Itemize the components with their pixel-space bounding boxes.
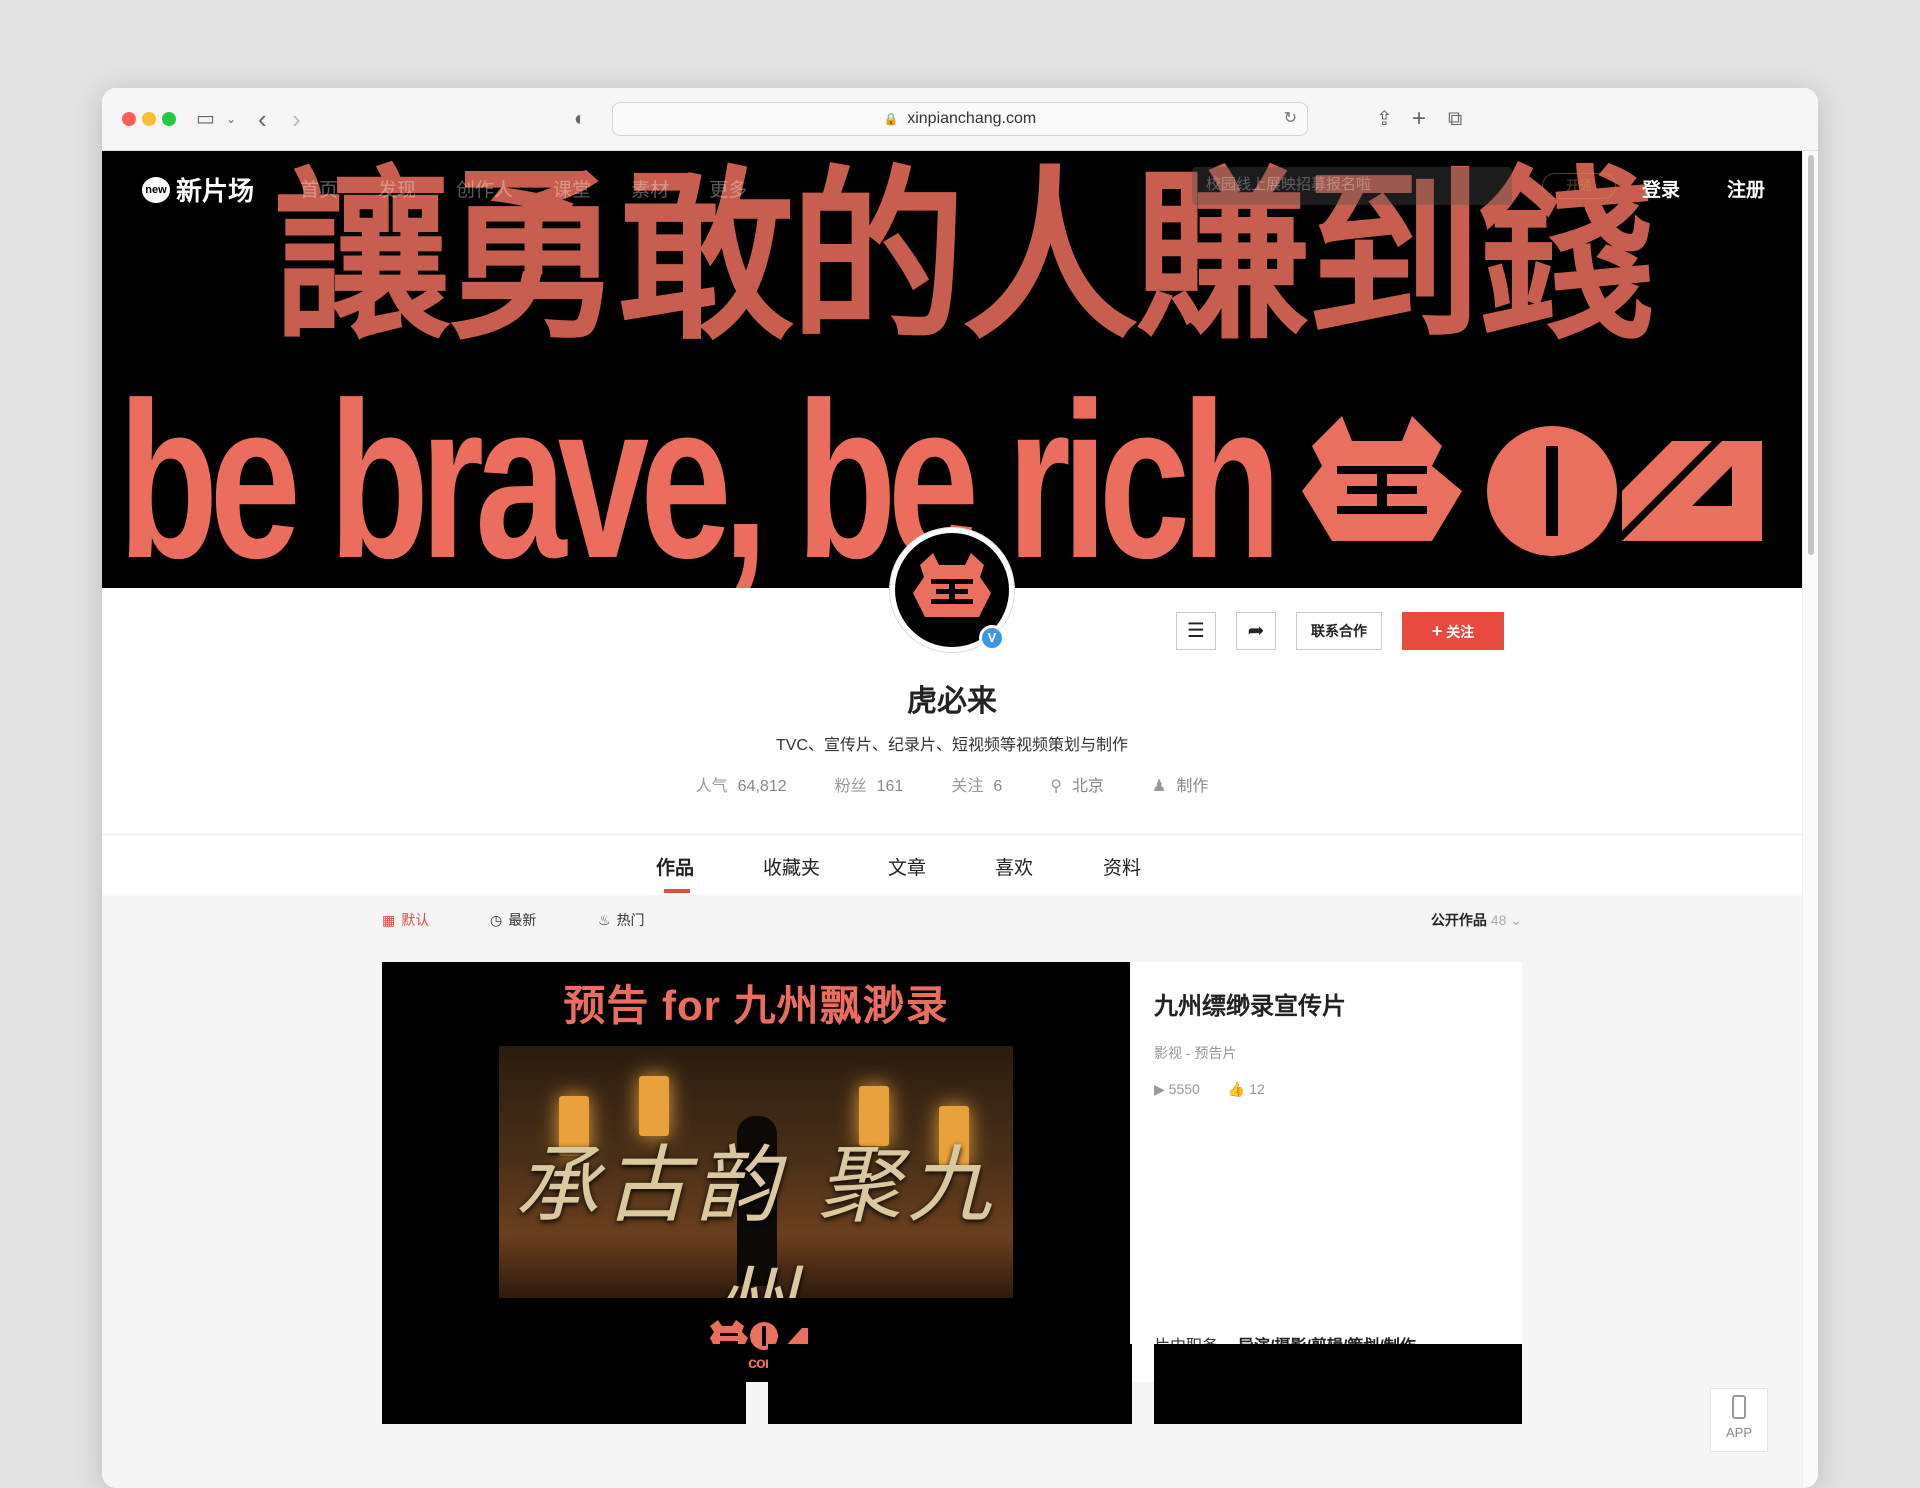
public-works-label: 公开作品 (1430, 912, 1487, 928)
nav-link-classroom[interactable]: 课堂 (553, 175, 591, 202)
thumbnail-caption: 承古韵 聚九州 (514, 1136, 998, 1298)
share-icon[interactable]: ➦ (1236, 612, 1276, 650)
url-text: xinpianchang.com (907, 110, 1037, 127)
share-icon[interactable]: ⇪ (1376, 106, 1393, 132)
work-likes: 👍 12 (1227, 1081, 1265, 1097)
clock-icon: ◷ (490, 911, 503, 928)
page-scrollbar[interactable] (1802, 151, 1818, 1488)
thumbs-up-icon: 👍 (1227, 1081, 1246, 1097)
sidebar-toggle-icon[interactable]: ▭ (196, 106, 215, 132)
tiger-coming-logo-icon (1302, 416, 1762, 556)
follow-button[interactable]: + 关注 (1402, 612, 1504, 650)
chevron-down-icon: ⌄ (1510, 912, 1522, 928)
work-meta: ▶ 5550 👍 12 (1154, 1081, 1498, 1098)
scrollbar-thumb[interactable] (1808, 155, 1814, 555)
avatar[interactable]: V (890, 528, 1014, 652)
work-thumbnail[interactable] (382, 1344, 746, 1424)
minimize-window-button[interactable] (142, 112, 156, 126)
stat-location: ⚲ 北京 (1050, 778, 1104, 795)
nav-links: 首页 发现 创作人 课堂 素材 更多 (300, 175, 747, 202)
stat-popularity: 人气 64,812 (695, 778, 787, 795)
banner-headline-en: be brave, be rich (118, 357, 1282, 588)
search-input[interactable]: 校园线上展映招募报名啦 (1192, 167, 1512, 205)
contact-button[interactable]: 联系合作 (1296, 612, 1382, 650)
signup-link[interactable]: 注册 (1727, 175, 1765, 202)
lock-icon: 🔒 (883, 112, 899, 126)
person-icon: ♟ (1151, 778, 1167, 795)
profile-stats: 人气 64,812 粉丝 161 关注 6 ⚲ 北京 ♟ 制作 (102, 772, 1802, 796)
verified-badge-icon: V (979, 625, 1005, 651)
thumbnail-still: 承古韵 聚九州 (499, 1046, 1013, 1298)
public-works-count: 48 (1490, 912, 1507, 928)
brand-badge: new (142, 176, 170, 203)
featured-work-thumbnail[interactable]: 预告 for 九州飘渺录 承古韵 聚九州 tiger c (382, 962, 1130, 1382)
tab-favorites[interactable]: 收藏夹 (763, 853, 820, 880)
site-nav: new 新片场 首页 发现 创作人 课堂 素材 更多 校园线上展映招募报名啦 开… (102, 151, 1802, 221)
thumbnail-title: 预告 for 九州飘渺录 (563, 982, 949, 1029)
tab-overview-icon[interactable]: ⧉ (1448, 106, 1462, 132)
featured-work-info: 九州缥缈录宣传片 影视 - 预告片 ▶ 5550 👍 12 片中职务导演/摄影/… (1130, 962, 1522, 1382)
stat-occupation: ♟ 制作 (1151, 778, 1209, 795)
profile-tabs: 作品 收藏夹 文章 喜欢 资料 (102, 835, 1802, 895)
profile-description: TVC、宣传片、纪录片、短视频等视频策划与制作 (775, 737, 1128, 754)
nav-link-materials[interactable]: 素材 (631, 175, 669, 202)
profile-header: V ☰ ➦ 联系合作 + 关注 虎必来 TVC、宣传片、纪录片、短视频等视频策划与… (102, 528, 1802, 835)
browser-toolbar: ▭ ⌄ ‹ › ◐ 🔒 xinpianchang.com ↻ ⇪ + ⧉ (102, 88, 1818, 151)
filter-latest[interactable]: ◷ 最新 (490, 910, 536, 930)
filter-default[interactable]: ▦ 默认 (382, 910, 429, 930)
profile-name: 虎必来 (907, 685, 997, 718)
forward-icon[interactable]: › (292, 106, 301, 132)
vip-button[interactable]: 开通 (1542, 173, 1616, 199)
reload-icon[interactable]: ↻ (1284, 103, 1297, 135)
filter-hot[interactable]: ♨ 热门 (598, 910, 645, 930)
app-download-button[interactable]: APP (1710, 1388, 1768, 1452)
tab-articles[interactable]: 文章 (888, 853, 926, 880)
new-tab-icon[interactable]: + (1412, 106, 1426, 132)
stat-following[interactable]: 关注 6 (951, 772, 1002, 796)
brand-name: 新片场 (176, 176, 255, 206)
follow-label: 关注 (1446, 624, 1475, 640)
tab-works[interactable]: 作品 (656, 853, 694, 880)
work-thumbnail[interactable] (768, 1344, 1132, 1424)
back-icon[interactable]: ‹ (258, 106, 267, 132)
flame-icon: ♨ (598, 911, 611, 928)
stat-fans[interactable]: 粉丝 161 (835, 772, 904, 796)
public-works-dropdown[interactable]: 公开作品 48 ⌄ (1431, 910, 1522, 930)
browser-window: ▭ ⌄ ‹ › ◐ 🔒 xinpianchang.com ↻ ⇪ + ⧉ 讓勇敢… (102, 88, 1818, 1488)
profile-actions: ☰ ➦ 联系合作 + 关注 (1176, 612, 1504, 650)
play-icon: ▶ (1154, 1081, 1165, 1097)
close-window-button[interactable] (122, 112, 136, 126)
grid-icon: ▦ (382, 911, 396, 928)
work-title[interactable]: 九州缥缈录宣传片 (1154, 986, 1498, 1021)
menu-icon[interactable]: ☰ (1176, 612, 1216, 650)
address-bar[interactable]: 🔒 xinpianchang.com ↻ (612, 102, 1308, 136)
works-filter-bar: ▦ 默认 ◷ 最新 ♨ 热门 公开作品 48 ⌄ (382, 906, 1522, 936)
active-tab-indicator (664, 889, 690, 893)
profile-banner: 讓勇敢的人賺到錢 be brave, be rich new 新片场 首页 发现… (102, 151, 1802, 588)
site-logo[interactable]: new 新片场 (142, 171, 254, 208)
nav-link-creators[interactable]: 创作人 (456, 175, 513, 202)
plus-icon: + (1431, 621, 1443, 641)
tab-likes[interactable]: 喜欢 (995, 853, 1033, 880)
zoom-window-button[interactable] (162, 112, 176, 126)
featured-work-card[interactable]: 预告 for 九州飘渺录 承古韵 聚九州 tiger c (382, 962, 1522, 1382)
nav-link-home[interactable]: 首页 (300, 175, 338, 202)
work-category: 影视 - 预告片 (1154, 1045, 1237, 1061)
nav-link-more[interactable]: 更多 (709, 175, 747, 202)
phone-icon (1732, 1395, 1746, 1419)
work-thumbnail[interactable] (1154, 1344, 1522, 1424)
shield-icon[interactable]: ◐ (574, 106, 586, 132)
location-pin-icon: ⚲ (1050, 778, 1062, 795)
chevron-down-icon[interactable]: ⌄ (226, 106, 236, 132)
work-plays: ▶ 5550 (1154, 1081, 1200, 1097)
nav-link-discover[interactable]: 发现 (378, 175, 416, 202)
login-link[interactable]: 登录 (1642, 175, 1680, 202)
tab-profile[interactable]: 资料 (1103, 853, 1141, 880)
app-label: APP (1725, 1425, 1752, 1440)
